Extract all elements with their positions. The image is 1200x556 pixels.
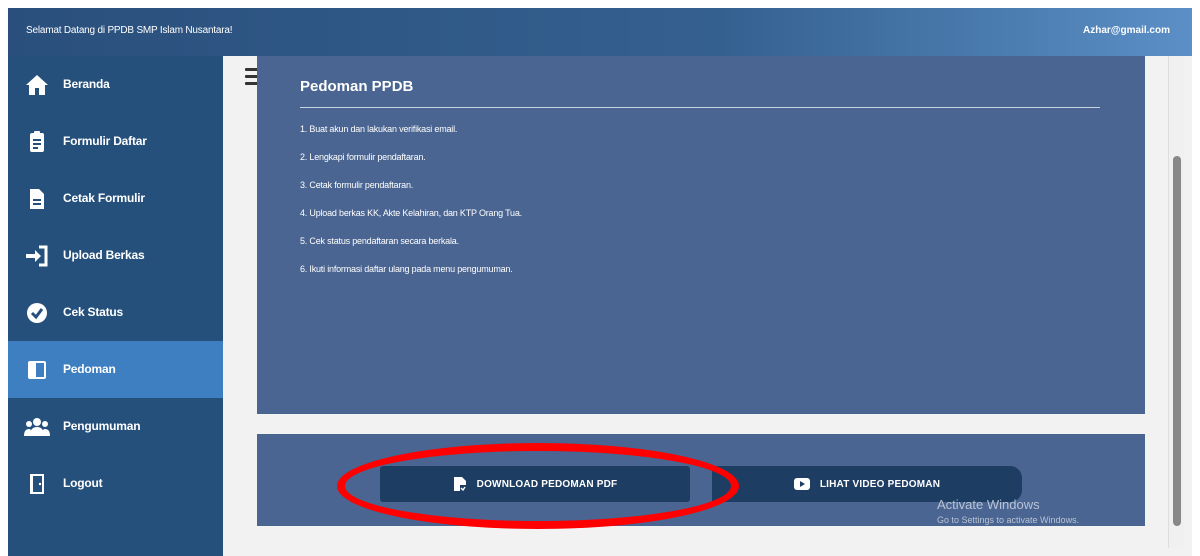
- list-item: 4. Upload berkas KK, Akte Kelahiran, dan…: [300, 208, 522, 218]
- sidebar: Beranda Formulir Daftar Cetak Formulir U…: [8, 56, 223, 556]
- watch-video-label: LIHAT VIDEO PEDOMAN: [819, 478, 941, 490]
- guideline-card: Pedoman PPDB 1. Buat akun dan lakukan ve…: [257, 56, 1145, 414]
- title-divider: [300, 107, 1100, 108]
- annotation-highlight-ellipse: [337, 443, 739, 529]
- sidebar-item-cetak-formulir[interactable]: Cetak Formulir: [8, 170, 223, 227]
- youtube-icon: [793, 478, 810, 490]
- home-icon: [26, 75, 48, 95]
- activate-windows-watermark: Activate Windows Go to Settings to activ…: [937, 497, 1079, 525]
- clipboard-icon: [30, 131, 44, 152]
- door-icon: [30, 474, 44, 494]
- watermark-subtitle: Go to Settings to activate Windows.: [937, 515, 1080, 525]
- sidebar-item-label: Cek Status: [63, 305, 124, 319]
- list-item: 6. Ikuti informasi daftar ulang pada men…: [300, 264, 513, 274]
- sidebar-item-formulir-daftar[interactable]: Formulir Daftar: [8, 113, 223, 170]
- sidebar-item-label: Formulir Daftar: [63, 134, 147, 148]
- sidebar-item-cek-status[interactable]: Cek Status: [8, 284, 223, 341]
- sign-in-icon: [26, 245, 48, 267]
- sidebar-item-label: Pedoman: [63, 362, 116, 376]
- list-item: 1. Buat akun dan lakukan verifikasi emai…: [300, 124, 458, 134]
- sidebar-item-label: Cetak Formulir: [63, 191, 145, 205]
- sidebar-item-label: Logout: [63, 476, 103, 490]
- sidebar-item-pedoman[interactable]: Pedoman: [8, 341, 223, 398]
- check-circle-icon: [27, 303, 47, 323]
- watermark-title: Activate Windows: [937, 497, 1040, 512]
- list-item: 5. Cek status pendaftaran secara berkala…: [300, 236, 459, 246]
- steps-list: 1. Buat akun dan lakukan verifikasi emai…: [300, 122, 522, 290]
- page-title: Pedoman PPDB: [300, 78, 414, 95]
- sidebar-item-beranda[interactable]: Beranda: [8, 56, 223, 113]
- user-email[interactable]: Azhar@gmail.com: [1083, 25, 1170, 36]
- sidebar-item-label: Pengumuman: [63, 419, 141, 433]
- scrollbar-thumb[interactable]: [1173, 156, 1181, 526]
- sidebar-item-label: Upload Berkas: [63, 248, 145, 262]
- sidebar-item-pengumuman[interactable]: Pengumuman: [8, 398, 223, 455]
- users-icon: [24, 418, 50, 436]
- sidebar-item-upload-berkas[interactable]: Upload Berkas: [8, 227, 223, 284]
- document-icon: [30, 189, 44, 209]
- vertical-scrollbar[interactable]: [1168, 56, 1184, 548]
- top-bar: Selamat Datang di PPDB SMP Islam Nusanta…: [8, 8, 1192, 56]
- sidebar-item-logout[interactable]: Logout: [8, 455, 223, 512]
- sidebar-item-label: Beranda: [63, 77, 110, 91]
- list-item: 3. Cetak formulir pendaftaran.: [300, 180, 414, 190]
- list-item: 2. Lengkapi formulir pendaftaran.: [300, 152, 426, 162]
- welcome-text: Selamat Datang di PPDB SMP Islam Nusanta…: [26, 25, 233, 36]
- book-icon: [28, 361, 46, 379]
